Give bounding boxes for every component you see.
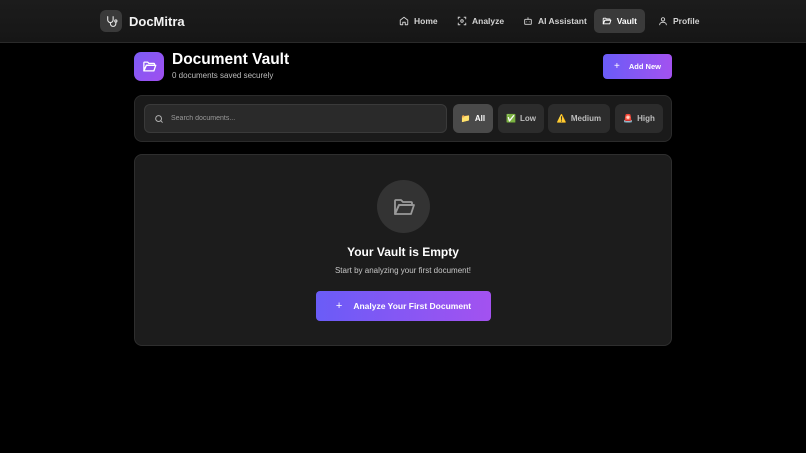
nav-home-label: Home xyxy=(414,16,438,26)
empty-state-subtitle: Start by analyzing your first document! xyxy=(334,266,472,275)
nav-vault[interactable]: Vault xyxy=(594,9,645,33)
nav-profile-label: Profile xyxy=(673,16,700,26)
brand-name: DocMitra xyxy=(129,13,185,29)
empty-state-title: Your Vault is Empty xyxy=(347,245,459,259)
filter-low[interactable]: ✅ Low xyxy=(498,104,544,133)
add-new-label: Add New xyxy=(628,62,661,71)
analyze-first-document-button[interactable]: + Analyze Your First Document xyxy=(316,291,491,321)
home-icon xyxy=(399,16,409,26)
check-icon: ✅ xyxy=(506,114,516,123)
nav-vault-label: Vault xyxy=(616,16,637,26)
filter-all[interactable]: 📁 All xyxy=(453,104,493,133)
folder-icon: 📁 xyxy=(460,114,471,123)
scan-icon xyxy=(457,16,467,26)
bot-icon xyxy=(524,17,532,25)
siren-icon: 🚨 xyxy=(623,114,634,123)
empty-state-card: Your Vault is Empty Start by analyzing y… xyxy=(134,154,672,346)
analyze-first-document-label: Analyze Your First Document xyxy=(353,301,472,311)
filter-high-label: High xyxy=(637,114,655,123)
warning-icon: ⚠️ xyxy=(556,114,567,123)
page-title: Document Vault xyxy=(172,51,290,68)
top-navbar: DocMitra Home Analyze AI Assistant Vault… xyxy=(0,0,806,43)
brand[interactable]: DocMitra xyxy=(100,10,185,32)
nav-ai-assistant-label: AI Assistant xyxy=(538,16,587,26)
nav-ai-assistant[interactable]: AI Assistant xyxy=(515,9,595,33)
folder-open-icon xyxy=(377,180,430,233)
filter-medium-label: Medium xyxy=(570,114,602,123)
plus-icon: + xyxy=(335,300,343,312)
search-input[interactable] xyxy=(171,115,421,122)
user-icon xyxy=(659,17,667,26)
filter-all-label: All xyxy=(474,114,486,123)
plus-icon: + xyxy=(614,61,620,72)
page-subtitle: 0 documents saved securely xyxy=(172,71,274,80)
filter-high[interactable]: 🚨 High xyxy=(615,104,663,133)
nav-analyze-label: Analyze xyxy=(472,16,505,26)
vault-folder-icon xyxy=(134,52,164,81)
search-box[interactable] xyxy=(144,104,447,133)
filter-medium[interactable]: ⚠️ Medium xyxy=(548,104,610,133)
nav-analyze[interactable]: Analyze xyxy=(449,9,512,33)
add-new-button[interactable]: + Add New xyxy=(603,54,672,79)
stethoscope-icon xyxy=(100,10,122,32)
filter-low-label: Low xyxy=(519,114,536,123)
nav-home[interactable]: Home xyxy=(391,9,446,33)
nav-profile[interactable]: Profile xyxy=(650,9,707,33)
filter-panel: 📁 All ✅ Low ⚠️ Medium 🚨 High xyxy=(134,95,672,142)
folder-open-icon xyxy=(602,17,612,25)
search-icon xyxy=(155,114,163,123)
